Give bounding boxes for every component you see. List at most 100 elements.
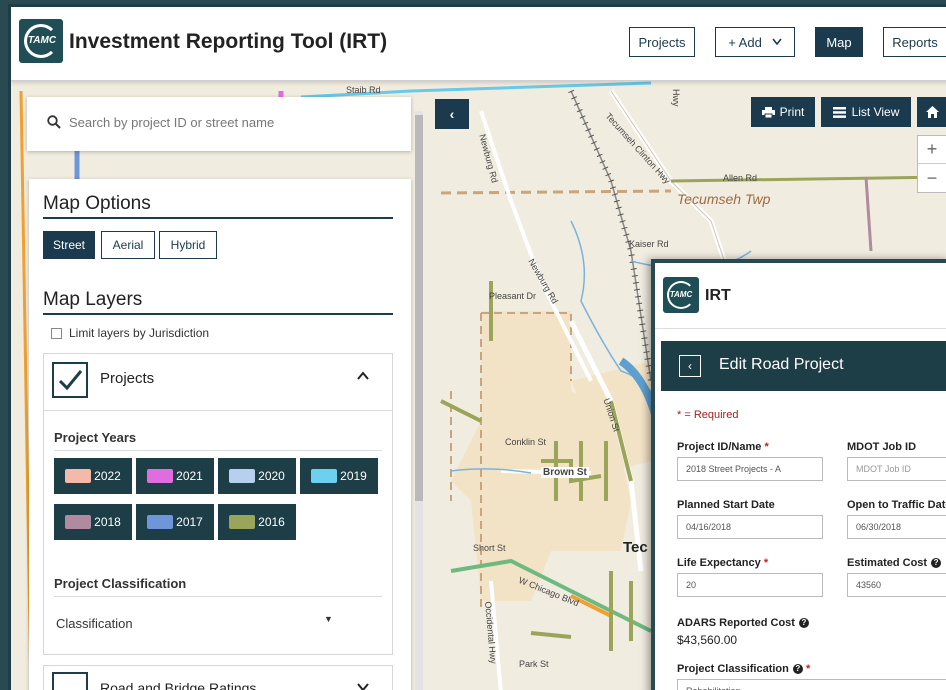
project-id-label: Project ID/Name * [677, 441, 769, 453]
home-button[interactable] [917, 97, 946, 127]
year-label: 2017 [176, 515, 203, 529]
map-button[interactable]: Map [815, 27, 863, 57]
map-options-title: Map Options [43, 193, 151, 214]
search-input[interactable]: Search by project ID or street name [69, 115, 274, 130]
back-button[interactable]: ‹ [679, 355, 701, 377]
planned-start-label: Planned Start Date [677, 499, 775, 511]
list-icon [832, 106, 846, 118]
year-swatch [65, 515, 92, 529]
panel-scrollbar[interactable] [415, 111, 423, 690]
life-expectancy-label: Life Expectancy * [677, 557, 769, 569]
map-label: Tecumseh Twp [677, 191, 771, 207]
planned-start-input[interactable]: 04/16/2018 [677, 515, 823, 539]
collapse-panel-button[interactable]: ‹ [435, 99, 469, 129]
street-toggle[interactable]: Street [43, 231, 95, 259]
chevron-left-icon: ‹ [449, 106, 455, 122]
year-toggle[interactable]: 2022 [54, 458, 132, 494]
adars-cost-label: ADARS Reported Cost? [677, 617, 809, 629]
map-layers-title: Map Layers [43, 289, 143, 310]
tamc-logo: TAMC [663, 277, 699, 313]
map-options-panel: Map Options Street Aerial Hybrid Map Lay… [29, 179, 411, 690]
zoom-control: + − [917, 135, 946, 193]
chevron-up-icon[interactable] [356, 369, 370, 383]
divider [44, 410, 392, 411]
project-classification-select[interactable]: Rehabilitation [677, 679, 946, 690]
hybrid-toggle[interactable]: Hybrid [159, 231, 217, 259]
project-classification-label: Project Classification [54, 576, 187, 591]
year-toggle[interactable]: 2017 [136, 504, 214, 540]
mdot-job-id-label: MDOT Job ID [847, 441, 917, 453]
map-label: Pleasant Dr [489, 291, 537, 301]
year-swatch [229, 469, 256, 483]
app-window: Staib Rd Tecumseh Clinton Hwy Allen Rd T… [8, 4, 946, 690]
chevron-down-icon [772, 38, 782, 46]
help-icon[interactable]: ? [931, 558, 942, 569]
checkmark-icon [58, 370, 83, 391]
map-label: Allen Rd [723, 173, 758, 183]
map-label: Tec [623, 539, 648, 556]
map-label: Kaiser Rd [629, 239, 669, 249]
limit-jurisdiction-checkbox[interactable] [51, 328, 62, 339]
help-icon[interactable]: ? [792, 664, 803, 675]
year-toggle[interactable]: 2020 [218, 458, 296, 494]
map-label: Park St [519, 659, 549, 669]
road-ratings-layer-card: Road and Bridge Ratings [43, 665, 393, 690]
chevron-down-icon[interactable] [356, 682, 370, 690]
year-toggle[interactable]: 2016 [218, 504, 296, 540]
zoom-in-button[interactable]: + [918, 136, 946, 164]
year-label: 2020 [258, 469, 285, 483]
classification-select[interactable]: Classification [56, 616, 133, 631]
projects-button[interactable]: Projects [629, 27, 695, 57]
year-label: 2016 [258, 515, 285, 529]
year-label: 2019 [340, 469, 367, 483]
projects-layer-card: Projects Project Years 2022 2021 2020 20… [43, 353, 393, 655]
road-ratings-label: Road and Bridge Ratings [100, 680, 257, 690]
divider [54, 450, 382, 451]
year-swatch [65, 469, 92, 483]
projects-checkbox[interactable] [52, 362, 88, 398]
list-view-button[interactable]: List View [821, 97, 911, 127]
scroll-thumb[interactable] [415, 115, 423, 501]
aerial-toggle[interactable]: Aerial [101, 231, 155, 259]
search-bar[interactable]: Search by project ID or street name [27, 97, 411, 151]
zoom-out-button[interactable]: − [918, 164, 946, 192]
print-label: Print [779, 105, 805, 119]
edit-road-project-window: TAMC IRT ‹ Edit Road Project * = Require… [651, 259, 946, 690]
edit-window-header: TAMC IRT [655, 263, 946, 329]
limit-jurisdiction-label: Limit layers by Jurisdiction [69, 326, 210, 340]
search-icon [47, 115, 61, 129]
life-expectancy-input[interactable]: 20 [677, 573, 823, 597]
reports-button[interactable]: Reports [883, 27, 946, 57]
map-label: Conklin St [505, 437, 547, 447]
add-label: + Add [728, 34, 762, 50]
year-swatch [229, 515, 256, 529]
year-swatch [147, 515, 174, 529]
app-title: Investment Reporting Tool (IRT) [69, 30, 388, 53]
dropdown-caret-icon[interactable]: ▼ [324, 614, 333, 624]
map-label: Short St [473, 543, 506, 553]
year-toggle[interactable]: 2021 [136, 458, 214, 494]
year-swatch [311, 469, 338, 483]
year-label: 2018 [94, 515, 121, 529]
year-label: 2021 [176, 469, 203, 483]
home-icon [925, 106, 939, 118]
mdot-job-id-input[interactable]: MDOT Job ID [847, 457, 946, 481]
add-dropdown[interactable]: + Add [715, 27, 795, 57]
help-icon[interactable]: ? [798, 618, 809, 629]
print-button[interactable]: Print [751, 97, 815, 127]
road-2018 [864, 176, 873, 252]
project-id-input[interactable]: 2018 Street Projects - A [677, 457, 823, 481]
year-toggle[interactable]: 2018 [54, 504, 132, 540]
estimated-cost-input[interactable]: 43560 [847, 573, 946, 597]
projects-layer-label: Projects [100, 370, 155, 387]
printer-icon [761, 106, 775, 118]
year-label: 2022 [94, 469, 121, 483]
map-label: Staib Rd [346, 85, 381, 95]
required-note: * = Required [677, 409, 739, 421]
list-view-label: List View [851, 105, 900, 119]
year-toggle[interactable]: 2019 [300, 458, 378, 494]
open-to-traffic-input[interactable]: 06/30/2018 [847, 515, 946, 539]
open-to-traffic-label: Open to Traffic Date [847, 499, 946, 511]
road-ratings-checkbox[interactable] [52, 672, 88, 690]
twp-boundary [440, 189, 672, 195]
